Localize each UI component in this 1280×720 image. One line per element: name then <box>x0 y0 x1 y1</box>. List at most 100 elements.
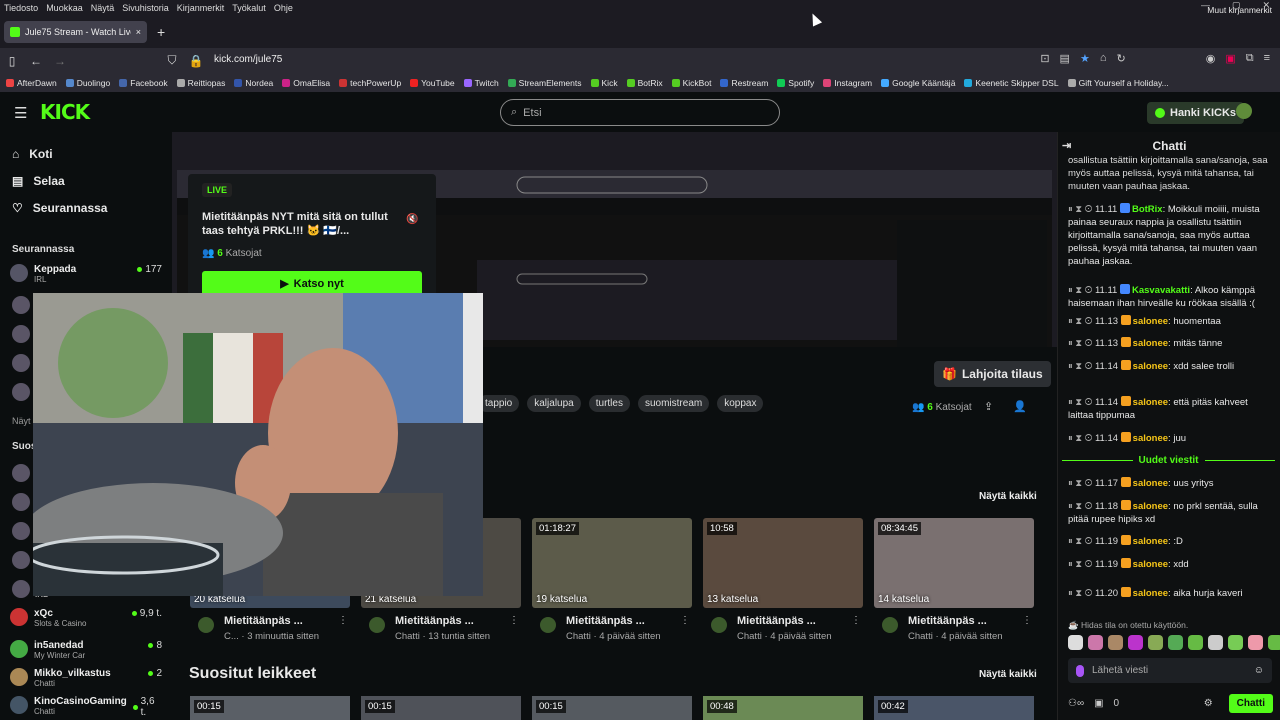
stream-tag[interactable]: koppax <box>717 395 764 412</box>
message-username[interactable]: Kasvavakatti <box>1132 285 1190 296</box>
chat-input[interactable]: Lähetä viesti ☺ <box>1068 658 1272 683</box>
channel-avatar[interactable] <box>12 325 30 343</box>
stream-tag[interactable]: turtles <box>588 395 630 412</box>
reload-icon[interactable]: ↻ <box>1116 52 1125 65</box>
url-field[interactable]: kick.com/jule75 <box>214 54 282 65</box>
channel-avatar[interactable] <box>12 383 30 401</box>
video-title[interactable]: Mietitäänpäs ... <box>737 615 849 627</box>
shield-icon[interactable]: ⛉ <box>160 53 184 68</box>
bookmark-8[interactable]: Twitch <box>463 78 499 88</box>
gift-subscription-button[interactable]: 🎁 Lahjoita tilaus <box>934 361 1051 387</box>
nav-home[interactable]: ⌂ Koti <box>12 147 53 161</box>
emote-icon[interactable] <box>1148 635 1163 650</box>
menu-item-näytä[interactable]: Näytä <box>91 3 115 13</box>
more-options-icon[interactable]: ⋮ <box>1022 615 1032 626</box>
video-title[interactable]: Mietitäänpäs ... <box>395 615 507 627</box>
menu-icon[interactable]: ≡ <box>1264 52 1270 65</box>
bookmark-10[interactable]: Kick <box>590 78 618 88</box>
more-options-icon[interactable]: ⋮ <box>851 615 861 626</box>
bookmark-17[interactable]: Keenetic Skipper DSL <box>964 78 1059 88</box>
user-avatar[interactable] <box>1236 103 1252 119</box>
bookmark-3[interactable]: Reittiopas <box>176 78 225 88</box>
back-icon[interactable]: ← <box>24 54 48 68</box>
account-icon[interactable]: ◉ <box>1206 52 1216 65</box>
bookmark-5[interactable]: OmaElisa <box>282 78 330 88</box>
stream-tag[interactable]: tappio <box>478 395 520 412</box>
message-username[interactable]: salonee <box>1133 588 1168 599</box>
settings-icon[interactable]: ⚙ <box>1204 698 1213 709</box>
channel-avatar[interactable] <box>12 464 30 482</box>
stream-tag[interactable]: kaljalupa <box>527 395 581 412</box>
emote-icon[interactable] <box>1268 635 1280 650</box>
channel-avatar[interactable] <box>12 522 30 540</box>
sidebar-channel[interactable]: Mikko_vilkastus Chatti 2 <box>10 668 162 689</box>
channel-avatar[interactable] <box>12 580 30 598</box>
nav-following[interactable]: ♡ Seurannassa <box>12 201 107 215</box>
search-input[interactable]: ⌕ Etsi <box>500 99 780 126</box>
more-options-icon[interactable]: ⋮ <box>338 615 348 626</box>
sidebar-channel[interactable]: KinoCasinoGaming Chatti 3,6 t. <box>10 696 162 718</box>
get-kicks-button[interactable]: Hanki KICKs <box>1147 102 1245 124</box>
more-options-icon[interactable]: ⋮ <box>680 615 690 626</box>
bookmark-12[interactable]: KickBot <box>671 78 711 88</box>
clip-thumbnail[interactable]: 00:48 <box>703 696 863 720</box>
clip-thumbnail[interactable]: 00:15 <box>190 696 350 720</box>
sidebar-channel[interactable]: in5anedad My Winter Car 8 <box>10 640 162 661</box>
message-username[interactable]: BotRix <box>1132 204 1163 215</box>
sidebar-channel[interactable]: xQc Slots & Casino 9,9 t. <box>10 608 162 629</box>
bookmark-13[interactable]: Restream <box>720 78 768 88</box>
more-options-icon[interactable]: ⋮ <box>509 615 519 626</box>
emote-icon[interactable] <box>1108 635 1123 650</box>
nav-browse[interactable]: ▤ Selaa <box>12 174 65 188</box>
users-icon[interactable]: ⚇∞ <box>1068 698 1084 709</box>
chest-icon[interactable]: ▣ <box>1094 698 1103 709</box>
message-username[interactable]: salonee <box>1133 433 1168 444</box>
bookmark-2[interactable]: Facebook <box>119 78 168 88</box>
bookmark-star-icon[interactable]: ★ <box>1080 52 1090 65</box>
channel-avatar[interactable] <box>12 354 30 372</box>
sidebar-toggle-icon[interactable]: ▯ <box>0 54 24 68</box>
channel-avatar[interactable] <box>12 296 30 314</box>
extension-badge-icon[interactable]: ▣ <box>1225 52 1235 65</box>
emote-icon[interactable] <box>1088 635 1103 650</box>
message-username[interactable]: salonee <box>1133 338 1168 349</box>
bookmark-15[interactable]: Instagram <box>823 78 872 88</box>
bookmark-18[interactable]: Gift Yourself a Holiday... <box>1067 78 1169 88</box>
collapse-chat-icon[interactable]: ⇥ <box>1062 139 1071 152</box>
send-chat-button[interactable]: Chatti <box>1228 693 1273 713</box>
video-thumbnail[interactable]: 08:34:45 14 katselua <box>874 518 1034 608</box>
emote-icon[interactable] <box>1168 635 1183 650</box>
emoji-icon[interactable]: ☺ <box>1254 665 1264 676</box>
bookmark-16[interactable]: Google Kääntäjä <box>881 78 955 88</box>
show-all-videos-link[interactable]: Näytä kaikki <box>979 491 1037 502</box>
extensions-icon[interactable]: ⧉ <box>1246 52 1254 65</box>
menu-item-muokkaa[interactable]: Muokkaa <box>46 3 83 13</box>
video-thumbnail[interactable]: 10:58 13 katselua <box>703 518 863 608</box>
reader-icon[interactable]: ▤ <box>1060 52 1070 65</box>
show-all-clips-link[interactable]: Näytä kaikki <box>979 669 1037 680</box>
clip-thumbnail[interactable]: 00:15 <box>361 696 521 720</box>
emote-icon[interactable] <box>1128 635 1143 650</box>
bookmark-14[interactable]: Spotify <box>777 78 814 88</box>
emote-icon[interactable] <box>1068 635 1083 650</box>
bookmark-7[interactable]: YouTube <box>410 78 455 88</box>
menu-item-työkalut[interactable]: Työkalut <box>232 3 266 13</box>
video-title[interactable]: Mietitäänpäs ... <box>224 615 336 627</box>
microphone-icon[interactable] <box>1076 664 1084 677</box>
forward-icon[interactable]: → <box>48 54 72 68</box>
message-username[interactable]: salonee <box>1133 501 1168 512</box>
emote-icon[interactable] <box>1228 635 1243 650</box>
emote-icon[interactable] <box>1208 635 1223 650</box>
bookmark-4[interactable]: Nordea <box>234 78 273 88</box>
kick-logo[interactable]: KICK <box>40 100 90 124</box>
clip-thumbnail[interactable]: 00:15 <box>532 696 692 720</box>
stream-tag[interactable]: suomistream <box>637 395 710 412</box>
message-username[interactable]: salonee <box>1133 316 1168 327</box>
message-username[interactable]: salonee <box>1133 559 1168 570</box>
screenshot-icon[interactable]: ⊡ <box>1040 52 1049 65</box>
menu-item-ohje[interactable]: Ohje <box>274 3 293 13</box>
browser-tab[interactable]: Jule75 Stream - Watch Live on K × <box>4 21 147 43</box>
message-username[interactable]: salonee <box>1133 361 1168 372</box>
follow-user-icon[interactable]: 👤 <box>1013 400 1027 413</box>
clip-thumbnail[interactable]: 00:42 <box>874 696 1034 720</box>
